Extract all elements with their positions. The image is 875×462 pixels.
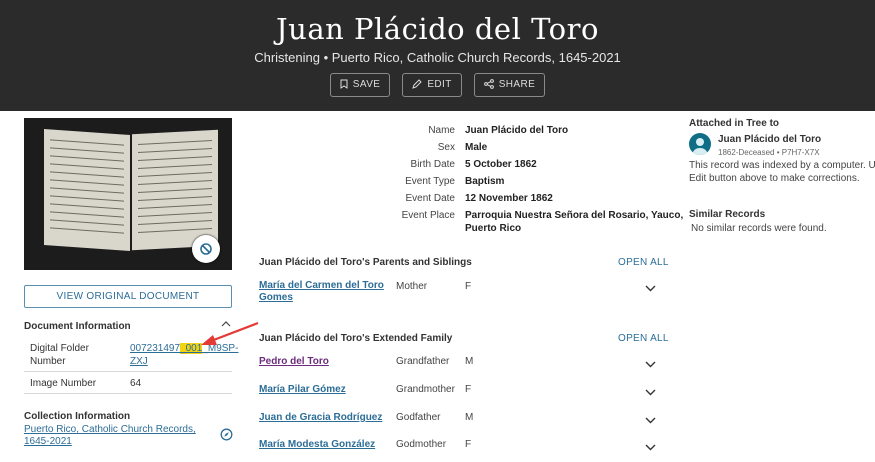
- share-label: SHARE: [498, 79, 536, 90]
- person-sex: M: [465, 412, 474, 423]
- page-subtitle: Christening • Puerto Rico, Catholic Chur…: [254, 50, 621, 65]
- person-link[interactable]: María del Carmen del Toro: [259, 280, 384, 292]
- person-sex: F: [465, 281, 472, 292]
- share-icon: [483, 79, 494, 90]
- digital-folder-label-2: Number: [30, 356, 66, 367]
- tree-person-name[interactable]: Juan Plácido del Toro: [718, 133, 821, 146]
- indexed-note-line2: Edit button above to make corrections.: [689, 173, 860, 184]
- person-link[interactable]: Juan de Gracia Rodríguez: [259, 412, 382, 424]
- chevron-up-icon[interactable]: [221, 320, 231, 328]
- birth-date-value: 5 October 1862: [465, 159, 537, 170]
- person-link[interactable]: Pedro del Toro: [259, 356, 329, 368]
- similar-records-text: No similar records were found.: [691, 223, 827, 234]
- save-label: SAVE: [352, 79, 381, 90]
- bookmark-icon: [340, 79, 348, 90]
- event-place-value-line1: Parroquia Nuestra Señora del Rosario, Ya…: [465, 210, 684, 221]
- relationship: Godfather: [396, 412, 441, 423]
- event-type-value: Baptism: [465, 176, 505, 187]
- image-restricted-icon[interactable]: [192, 235, 220, 263]
- similar-records-heading: Similar Records: [689, 209, 766, 220]
- chevron-down-icon[interactable]: [645, 361, 656, 368]
- relationship: Mother: [396, 281, 428, 292]
- record-header: Juan Plácido del Toro Christening • Puer…: [0, 0, 875, 111]
- relationship: Grandmother: [396, 384, 455, 395]
- digital-folder-number-link-cont[interactable]: ZXJ: [130, 356, 148, 367]
- name-label: Name: [428, 125, 455, 136]
- parents-open-all-link[interactable]: OPEN ALL: [618, 257, 669, 268]
- birth-date-label: Birth Date: [410, 159, 455, 170]
- event-place-label: Event Place: [401, 210, 455, 221]
- collection-information-heading: Collection Information: [24, 411, 131, 422]
- chevron-down-icon[interactable]: [645, 444, 656, 451]
- person-link-cont[interactable]: Gomes: [259, 292, 293, 304]
- extended-family-heading: Juan Plácido del Toro's Extended Family: [259, 333, 453, 344]
- sex-value: Male: [465, 142, 488, 153]
- event-date-label: Event Date: [405, 193, 455, 204]
- folder-number-highlight: _001: [180, 343, 203, 354]
- document-page-right: [132, 129, 218, 251]
- pencil-icon: [412, 79, 423, 90]
- person-icon: [692, 138, 708, 155]
- save-button[interactable]: SAVE: [329, 73, 391, 97]
- person-sex: F: [465, 384, 472, 395]
- view-original-document-button[interactable]: VIEW ORIGINAL DOCUMENT: [24, 285, 232, 308]
- event-date-value: 12 November 1862: [465, 193, 553, 204]
- header-actions: SAVE EDIT SHARE: [0, 73, 875, 97]
- person-sex: M: [465, 356, 474, 367]
- tree-person-meta: 1862-Deceased • P7H7-X7X: [718, 148, 820, 157]
- person-sex: F: [465, 439, 472, 450]
- chevron-down-icon[interactable]: [645, 389, 656, 396]
- folder-number-part: 007231497: [130, 343, 181, 354]
- relationship: Godmother: [396, 439, 447, 450]
- event-place-value-line2: Puerto Rico: [465, 223, 522, 234]
- name-value: Juan Plácido del Toro: [465, 125, 569, 136]
- person-link[interactable]: María Modesta González: [259, 439, 375, 451]
- document-page-left: [44, 128, 130, 252]
- edit-button[interactable]: EDIT: [402, 73, 462, 97]
- sex-label: Sex: [437, 142, 455, 153]
- digital-folder-number-link[interactable]: 007231497_001_M9SP-: [130, 343, 238, 354]
- chevron-down-icon[interactable]: [645, 285, 656, 292]
- edit-label: EDIT: [427, 79, 452, 90]
- person-link[interactable]: María Pilar Gómez: [259, 384, 346, 396]
- event-type-label: Event Type: [405, 176, 455, 187]
- indexed-note-line1: This record was indexed by a computer. U…: [689, 160, 875, 171]
- attached-in-tree-heading: Attached in Tree to: [689, 118, 780, 129]
- relationship: Grandfather: [396, 356, 450, 367]
- compass-icon[interactable]: [220, 428, 233, 441]
- image-number-value: 64: [130, 378, 142, 389]
- image-number-label: Image Number: [30, 378, 97, 389]
- extended-open-all-link[interactable]: OPEN ALL: [618, 333, 669, 344]
- folder-number-part: _M9SP-: [202, 343, 239, 354]
- share-button[interactable]: SHARE: [473, 73, 546, 97]
- parents-siblings-heading: Juan Plácido del Toro's Parents and Sibl…: [259, 257, 472, 268]
- document-information-heading: Document Information: [24, 321, 131, 332]
- digital-folder-label-1: Digital Folder: [30, 343, 89, 354]
- page-title: Juan Plácido del Toro: [276, 12, 599, 46]
- avatar: [689, 133, 711, 155]
- collection-link[interactable]: Puerto Rico, Catholic Church Records, 16…: [24, 424, 204, 448]
- chevron-down-icon[interactable]: [645, 417, 656, 424]
